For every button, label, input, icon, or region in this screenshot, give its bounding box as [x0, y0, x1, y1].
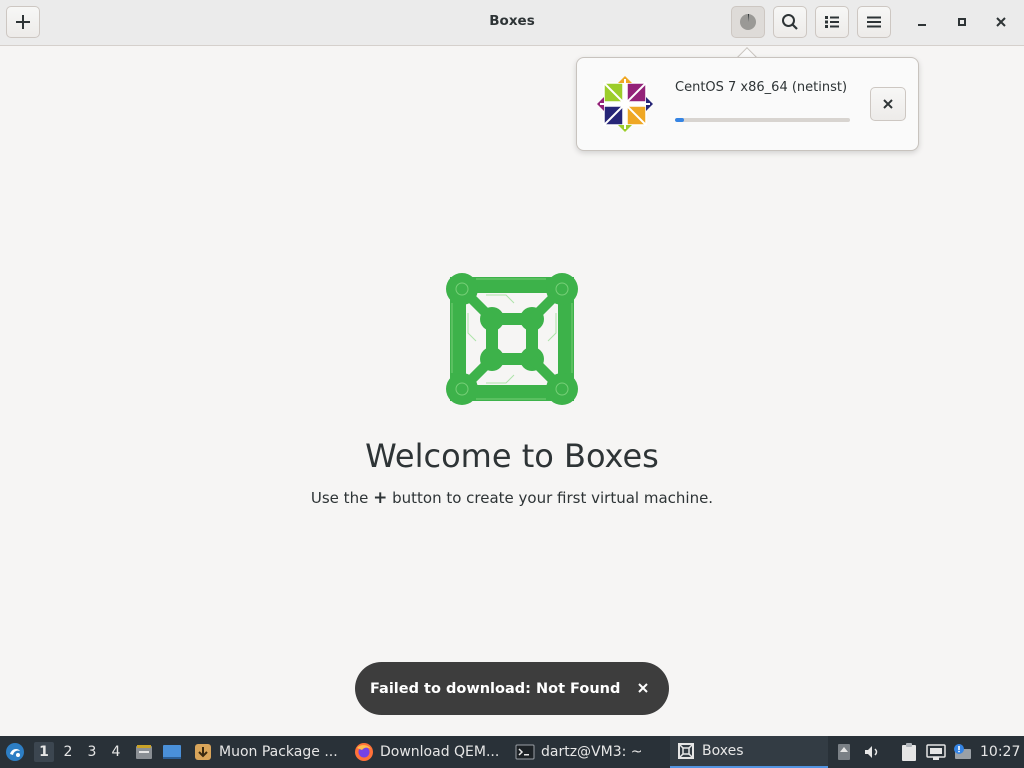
close-window-button[interactable]	[988, 9, 1014, 35]
plus-icon	[16, 15, 30, 29]
maximize-icon	[958, 18, 966, 26]
download-progress-icon	[740, 13, 756, 30]
task-label: Boxes	[702, 743, 744, 759]
tray-volume[interactable]	[862, 742, 882, 762]
welcome-subtitle: Use the + button to create your first vi…	[0, 488, 1024, 508]
show-desktop-launcher[interactable]	[162, 742, 182, 762]
search-icon	[782, 14, 798, 30]
lxqt-start-icon	[6, 743, 24, 761]
download-name: CentOS 7 x86_64 (netinst)	[675, 80, 848, 95]
task-firefox[interactable]: Download QEM...	[354, 736, 504, 768]
close-icon	[638, 683, 648, 693]
cancel-download-button[interactable]	[870, 87, 906, 121]
task-muon[interactable]: Muon Package ...	[193, 736, 343, 768]
task-boxes[interactable]: Boxes	[670, 736, 828, 768]
tray-network[interactable]	[926, 742, 946, 762]
hamburger-menu-icon	[867, 16, 881, 28]
download-progress-bar	[675, 118, 850, 122]
file-manager-icon	[136, 745, 152, 759]
search-button[interactable]	[773, 6, 807, 38]
welcome-title: Welcome to Boxes	[365, 437, 659, 475]
taskbar: 1 2 3 4 Muon Package ... Download QEM...	[0, 736, 1024, 768]
list-view-icon	[825, 16, 839, 28]
maximize-button[interactable]	[949, 9, 975, 35]
clock: 10:27	[980, 744, 1021, 760]
tray-updates[interactable]	[834, 742, 854, 762]
tray-clipboard[interactable]	[899, 742, 919, 762]
task-label: dartz@VM3: ~	[541, 744, 643, 760]
workspace-1[interactable]: 1	[34, 742, 54, 762]
close-icon	[996, 17, 1006, 27]
tray-notifications[interactable]	[952, 742, 972, 762]
desktop-icon	[163, 745, 181, 759]
welcome-subtitle-before: Use the	[310, 489, 374, 507]
downloads-button[interactable]	[731, 6, 765, 38]
error-toast: Failed to download: Not Found	[355, 662, 669, 715]
boxes-icon	[678, 743, 694, 759]
centos-logo-icon	[597, 76, 653, 132]
volume-icon	[865, 746, 878, 758]
toast-close-button[interactable]	[634, 679, 652, 697]
toast-message: Failed to download: Not Found	[370, 680, 621, 697]
boxes-logo	[446, 273, 578, 405]
close-icon	[883, 99, 893, 109]
notification-icon	[954, 744, 971, 759]
updates-icon	[838, 744, 850, 760]
minimize-icon	[918, 24, 926, 26]
network-icon	[926, 744, 946, 760]
header-bar: Boxes	[0, 0, 1024, 46]
workspace-2[interactable]: 2	[58, 742, 78, 762]
file-manager-launcher[interactable]	[134, 742, 154, 762]
welcome-subtitle-after: button to create your first virtual mach…	[387, 489, 714, 507]
view-toggle-button[interactable]	[815, 6, 849, 38]
workspace-3[interactable]: 3	[82, 742, 102, 762]
start-menu-button[interactable]	[5, 742, 25, 762]
clipboard-icon	[902, 743, 916, 761]
main-menu-button[interactable]	[857, 6, 891, 38]
task-label: Download QEM...	[380, 744, 500, 760]
workspace-4[interactable]: 4	[106, 742, 126, 762]
package-manager-icon	[195, 744, 211, 760]
new-machine-button[interactable]	[6, 6, 40, 38]
downloads-popover: CentOS 7 x86_64 (netinst)	[576, 57, 919, 151]
task-terminal[interactable]: dartz@VM3: ~	[515, 736, 665, 768]
terminal-icon	[515, 744, 535, 760]
minimize-button[interactable]	[909, 9, 935, 35]
firefox-icon	[355, 743, 373, 761]
welcome-subtitle-plus: +	[373, 488, 388, 508]
task-label: Muon Package ...	[219, 744, 338, 760]
download-progress-fill	[675, 118, 684, 122]
